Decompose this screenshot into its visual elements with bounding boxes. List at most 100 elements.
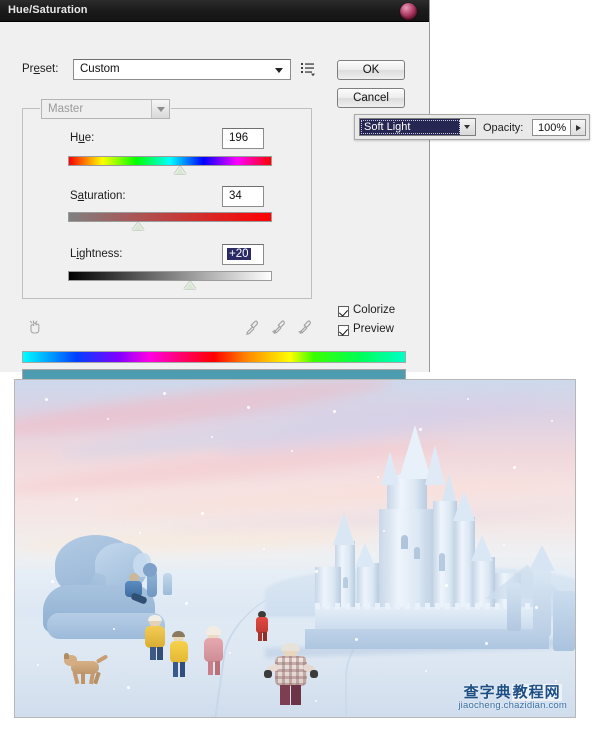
hue-slider-thumb[interactable] (174, 166, 186, 174)
preset-label: Preset: (22, 63, 59, 75)
ice-pillar (553, 591, 575, 651)
castle-spire (381, 451, 399, 485)
person-blue-jacket (123, 573, 148, 607)
child-pink-coat (203, 626, 225, 677)
eyedropper-minus-icon[interactable] (295, 318, 314, 337)
castle-window (401, 535, 408, 549)
snowflake (263, 548, 265, 550)
eyedropper-tools (243, 318, 311, 338)
castle-base (305, 629, 549, 649)
figure-hat (148, 615, 162, 621)
castle-spire (333, 513, 355, 545)
eyedropper-plus-icon[interactable] (269, 318, 288, 337)
dialog-title: Hue/Saturation (8, 4, 88, 16)
preview-label: Preview (353, 323, 394, 335)
snowflake (211, 436, 213, 438)
snowflake (139, 532, 141, 534)
watermark-cn2: 教程网 (511, 684, 562, 702)
figure-jacket (204, 638, 223, 662)
watermark-chinese: 查字典教程网 (458, 684, 567, 702)
figure-leg (130, 592, 148, 605)
saturation-value: 34 (229, 190, 242, 202)
chevron-down-icon[interactable] (460, 119, 475, 135)
dog (63, 653, 109, 685)
chevron-down-icon[interactable] (151, 100, 169, 118)
blend-mode-dropdown[interactable]: Soft Light (359, 118, 476, 136)
preview-checkbox[interactable] (338, 325, 349, 336)
opacity-field[interactable]: 100% (532, 119, 571, 136)
dialog-titlebar[interactable]: Hue/Saturation (0, 0, 429, 22)
snowflake (315, 700, 317, 702)
eyedropper-icon[interactable] (243, 318, 262, 337)
castle-spire (471, 535, 493, 561)
saturation-value-field[interactable]: 34 (222, 186, 264, 207)
hue-value-field[interactable]: 196 (222, 128, 264, 149)
blend-mode-panel: Soft Light Opacity: 100% (354, 114, 590, 140)
snowflake (107, 418, 109, 420)
figure-red-coat (255, 611, 269, 641)
winter-castle-image: 查字典教程网 jiaocheng.chazidian.com (14, 379, 576, 718)
watermark-cn1: 查字典 (463, 684, 512, 702)
snowflake (503, 544, 505, 546)
hue-value: 196 (229, 132, 249, 144)
castle-spire (453, 491, 475, 521)
snowflake (419, 428, 422, 431)
preset-dropdown[interactable]: Custom (73, 59, 291, 80)
saturation-slider-thumb[interactable] (132, 222, 144, 230)
lightness-slider-track[interactable] (68, 271, 272, 281)
hue-slider-track[interactable] (68, 156, 272, 166)
adult-checkered-jacket (264, 643, 318, 709)
figure-leg (180, 662, 185, 677)
figure-hat (172, 631, 185, 637)
figure-jacket (256, 617, 268, 633)
snowflake (229, 652, 231, 654)
opacity-label: Opacity: (483, 122, 524, 134)
figure-leg (157, 647, 163, 660)
lightness-value-field[interactable]: +20 (222, 244, 264, 265)
colorize-label: Colorize (353, 304, 396, 316)
lightness-value: +20 (227, 248, 251, 260)
opacity-stepper[interactable] (571, 119, 586, 136)
lightness-slider-thumb[interactable] (184, 281, 196, 289)
snowflake (535, 606, 538, 609)
ice-pillar-top (529, 545, 555, 571)
ice-pillar (533, 567, 551, 637)
adult-yellow-parka (143, 615, 167, 661)
dog-leg (81, 672, 85, 684)
ice-pillar (507, 583, 521, 631)
castle-spire (355, 543, 375, 567)
chevron-down-icon (275, 68, 283, 73)
castle-battlements (315, 603, 537, 609)
saturation-slider-track[interactable] (68, 212, 272, 222)
snowflake (333, 410, 336, 413)
channel-value: Master (48, 103, 84, 115)
snowflake (315, 570, 318, 573)
ice-sculpture-small (163, 573, 172, 595)
screenshot-root: Hue/Saturation Preset: Custom OK Cancel … (0, 0, 600, 734)
snowflake (291, 450, 293, 452)
hue-spectrum-bar (22, 351, 406, 363)
hue-label: Hue: (70, 132, 95, 144)
cancel-button[interactable]: Cancel (337, 88, 405, 108)
snowflake (555, 680, 557, 682)
snowflake (185, 602, 188, 605)
figure-jacket (145, 626, 165, 648)
targeted-adjustment-hand-icon[interactable] (26, 318, 45, 337)
figure-leg (280, 685, 290, 705)
snowflake (425, 670, 427, 672)
snowflake (113, 628, 115, 630)
figure-leg (173, 662, 178, 677)
snowflake (551, 420, 553, 422)
ok-button[interactable]: OK (337, 60, 405, 80)
snowflake (75, 498, 78, 501)
figure-leg (258, 632, 262, 641)
figure-glove (310, 670, 318, 678)
preset-options-icon[interactable] (300, 61, 317, 77)
dog-tail (95, 654, 109, 664)
channel-dropdown[interactable]: Master (41, 99, 170, 119)
figure-leg (208, 661, 213, 675)
close-icon[interactable] (400, 3, 417, 20)
colorize-checkbox[interactable] (338, 306, 349, 317)
snowflake (377, 476, 379, 478)
dialog-body: Preset: Custom OK Cancel Master Hue: 196… (0, 22, 429, 381)
